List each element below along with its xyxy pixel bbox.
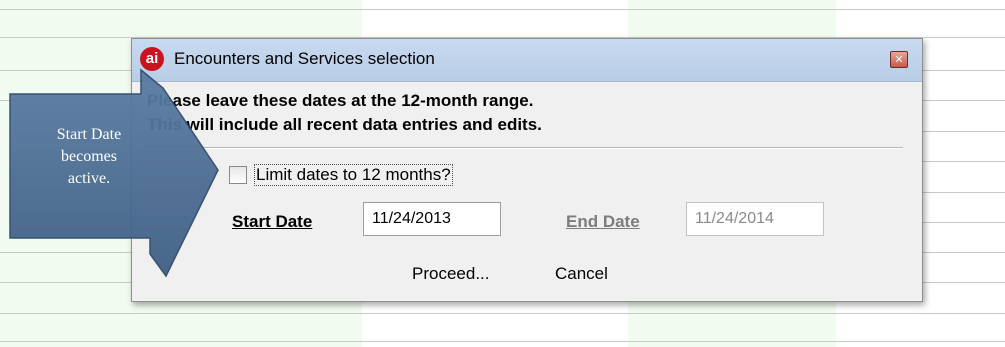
grid-line <box>921 222 1005 223</box>
callout-line-1: Start Date <box>56 126 122 143</box>
grid-line <box>0 252 131 253</box>
encounters-services-dialog: ai Encounters and Services selection ✕ P… <box>131 38 923 302</box>
dialog-title: Encounters and Services selection <box>174 49 435 68</box>
app-logo-icon: ai <box>140 47 164 71</box>
instruction-line-2: This will include all recent data entrie… <box>147 115 542 134</box>
grid-line <box>0 100 131 101</box>
grid-line <box>0 282 131 283</box>
grid-line <box>921 100 1005 101</box>
dialog-titlebar[interactable]: ai Encounters and Services selection ✕ <box>132 39 922 82</box>
close-button[interactable]: ✕ <box>890 51 908 68</box>
callout-line-3: active. <box>67 170 111 187</box>
grid-line <box>0 341 1005 342</box>
grid-line <box>921 282 1005 283</box>
grid-line <box>0 9 1005 10</box>
callout-line-2: becomes <box>61 148 117 165</box>
end-date-label: End Date <box>566 212 640 231</box>
separator <box>147 147 903 149</box>
proceed-button[interactable]: Proceed... <box>412 264 490 284</box>
start-date-input[interactable]: 11/24/2013 <box>363 202 501 236</box>
grid-line <box>0 70 131 71</box>
grid-line <box>921 131 1005 132</box>
start-date-label: Start Date <box>232 212 313 231</box>
instruction-line-1: Please leave these dates at the 12-month… <box>147 91 534 110</box>
grid-line <box>921 161 1005 162</box>
grid-line <box>0 313 1005 314</box>
grid-line <box>921 252 1005 253</box>
limit-dates-checkbox[interactable] <box>229 166 247 184</box>
callout-text: Start Date becomes active. <box>19 124 159 190</box>
limit-dates-label[interactable]: Limit dates to 12 months? <box>254 164 453 186</box>
grid-line <box>921 192 1005 193</box>
grid-line <box>921 70 1005 71</box>
cancel-button[interactable]: Cancel <box>555 264 608 284</box>
end-date-input: 11/24/2014 <box>686 202 824 236</box>
